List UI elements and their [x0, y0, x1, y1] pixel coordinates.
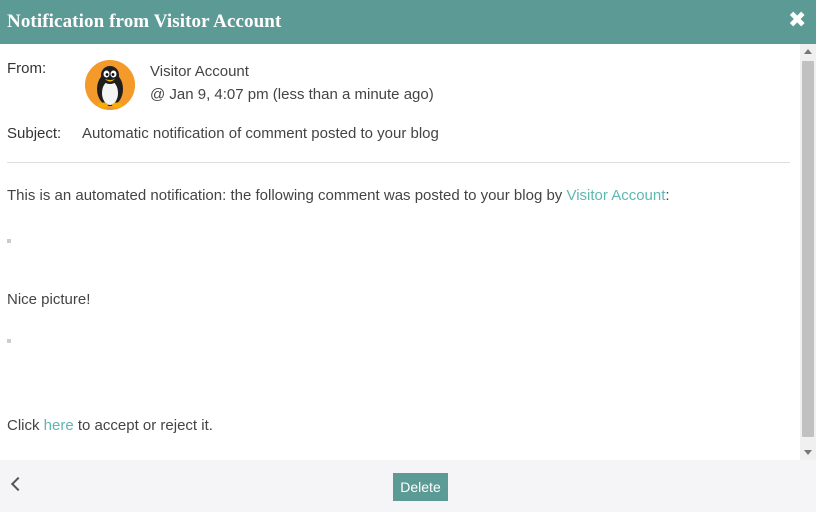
- penguin-avatar: [85, 60, 135, 110]
- dialog-footer: Delete: [0, 460, 816, 512]
- intro-paragraph: This is an automated notification: the f…: [7, 187, 670, 204]
- sender-name: Visitor Account: [150, 63, 249, 80]
- sent-time: @ Jan 9, 4:07 pm (less than a minute ago…: [150, 86, 434, 103]
- back-button[interactable]: [2, 470, 30, 500]
- delete-button[interactable]: Delete: [393, 473, 448, 501]
- comment-text: Nice picture!: [7, 291, 91, 308]
- quote-marker: [7, 239, 11, 243]
- here-link[interactable]: here: [44, 417, 74, 434]
- scroll-down-arrow-icon[interactable]: [804, 450, 812, 455]
- from-label: From:: [7, 60, 47, 77]
- dialog-title: Notification from Visitor Account: [7, 11, 282, 32]
- cta-suffix: to accept or reject it.: [73, 417, 213, 434]
- message-content: From: Visitor Account @ Jan 9, 4:07 pm (…: [0, 44, 800, 460]
- vertical-scrollbar[interactable]: [800, 44, 816, 460]
- header-divider: [7, 162, 790, 163]
- intro-text: This is an automated notification: the f…: [7, 187, 567, 204]
- action-paragraph: Click here to accept or reject it.: [7, 417, 213, 434]
- chevron-left-icon: [10, 476, 26, 492]
- subject-text: Automatic notification of comment posted…: [82, 125, 439, 142]
- dialog-titlebar: Notification from Visitor Account ✖: [0, 0, 816, 44]
- subject-label: Subject:: [7, 125, 62, 142]
- quote-marker: [7, 339, 11, 343]
- sender-link[interactable]: Visitor Account: [566, 187, 665, 204]
- scroll-up-arrow-icon[interactable]: [804, 49, 812, 54]
- cta-prefix: Click: [7, 417, 44, 434]
- scrollbar-thumb[interactable]: [802, 61, 814, 437]
- close-icon[interactable]: ✖: [788, 9, 806, 31]
- intro-suffix: :: [665, 187, 670, 204]
